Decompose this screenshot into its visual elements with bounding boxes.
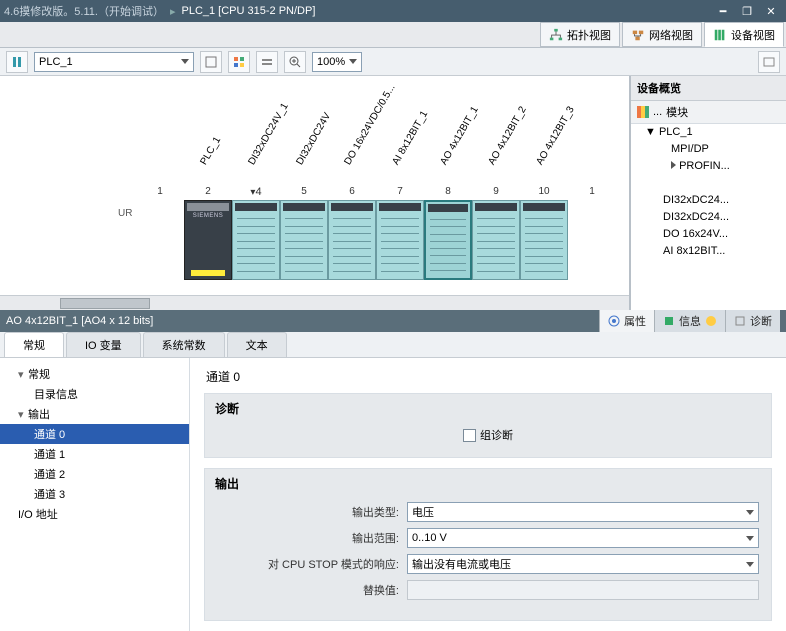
group-diagnostics: 诊断 组诊断: [204, 393, 772, 458]
nav-channel-3[interactable]: 通道 3: [0, 484, 189, 504]
label-cpu-stop: 对 CPU STOP 模式的响应:: [217, 556, 407, 572]
nav-io-address[interactable]: I/O 地址: [0, 504, 189, 524]
warning-icon: [705, 315, 717, 327]
nav-channel-2[interactable]: 通道 2: [0, 464, 189, 484]
overview-header: ... 模块: [631, 101, 786, 124]
project-name: 4.6摸修改版。5.11.（开始调试）: [4, 3, 164, 19]
device-icon: [713, 28, 727, 42]
status-icon: [637, 106, 649, 118]
nav-outputs[interactable]: ▾输出: [0, 404, 189, 424]
group-output: 输出 输出类型: 电压 输出范围: 0..10 V 对 CPU STOP 模式的…: [204, 468, 772, 621]
horizontal-scrollbar[interactable]: [0, 295, 629, 310]
diagnostics-icon: [734, 315, 746, 327]
tree-row[interactable]: MPI/DP: [631, 141, 786, 158]
label-output-range: 输出范围:: [217, 530, 407, 546]
rack-label: UR: [118, 208, 132, 219]
label-group-diag: 组诊断: [480, 427, 513, 443]
tree-row[interactable]: [631, 175, 786, 192]
toolbar: PLC_1 100%: [0, 48, 786, 76]
breadcrumb-sep: ▸: [170, 5, 176, 18]
tab-device[interactable]: 设备视图: [704, 22, 784, 47]
view-tab-bar: 拓扑视图 网络视图 设备视图: [0, 22, 786, 48]
input-substitute: [407, 580, 759, 600]
device-canvas[interactable]: UR PLC_1 DI32xDC24V_1 DI32xDC24V DO 16x2…: [0, 76, 630, 310]
toolbar-btn-3[interactable]: [256, 51, 278, 73]
module-di32-1[interactable]: [232, 200, 280, 280]
properties-icon: [608, 315, 620, 327]
module-do16[interactable]: [328, 200, 376, 280]
toolbar-btn-2[interactable]: [228, 51, 250, 73]
toolbar-btn-1[interactable]: [200, 51, 222, 73]
toolbar-btn-right[interactable]: [758, 51, 780, 73]
zoom-selector[interactable]: 100%: [312, 52, 362, 72]
chevron-down-icon: [746, 510, 754, 515]
module-ao4-3[interactable]: [520, 200, 568, 280]
nav-catalog[interactable]: 目录信息: [0, 384, 189, 404]
info-icon: [663, 315, 675, 327]
tab-topology[interactable]: 拓扑视图: [540, 22, 620, 47]
module-ao4-1[interactable]: [424, 200, 472, 280]
nav-channel-1[interactable]: 通道 1: [0, 444, 189, 464]
subtab-sysconst[interactable]: 系统常数: [143, 332, 225, 357]
zoom-in-button[interactable]: [284, 51, 306, 73]
property-nav-tree: ▾常规 目录信息 ▾输出 通道 0 通道 1 通道 2 通道 3 I/O 地址: [0, 358, 190, 631]
module-di32-2[interactable]: [280, 200, 328, 280]
detail-subtabs: 常规 IO 变量 系统常数 文本: [0, 332, 786, 358]
checkbox-group-diag[interactable]: [463, 429, 476, 442]
nav-channel-0[interactable]: 通道 0: [0, 424, 189, 444]
close-button[interactable]: ✕: [760, 2, 782, 20]
subtab-general[interactable]: 常规: [4, 332, 64, 357]
module-ao4-2[interactable]: [472, 200, 520, 280]
tab-info[interactable]: 信息: [654, 310, 725, 332]
form-heading: 通道 0: [204, 368, 772, 385]
nav-general[interactable]: ▾常规: [0, 364, 189, 384]
restore-button[interactable]: ❐: [736, 2, 758, 20]
tree-row[interactable]: AI 8x12BIT...: [631, 243, 786, 260]
device-overview-panel: 设备概览 ... 模块 ▼ PLC_1 MPI/DP PROFIN... DI3…: [630, 76, 786, 310]
subtab-iovar[interactable]: IO 变量: [66, 332, 141, 357]
subtab-text[interactable]: 文本: [227, 332, 287, 357]
title-bar: 4.6摸修改版。5.11.（开始调试） ▸ PLC_1 [CPU 315-2 P…: [0, 0, 786, 22]
select-cpu-stop[interactable]: 输出没有电流或电压: [407, 554, 759, 574]
tree-row[interactable]: DI32xDC24...: [631, 209, 786, 226]
tab-properties[interactable]: 属性: [599, 310, 654, 332]
chevron-down-icon: [181, 59, 189, 64]
slot-marker: ▾4: [232, 186, 280, 198]
property-form: 通道 0 诊断 组诊断 输出 输出类型: 电压 输出范围: 0..10 V: [190, 358, 786, 631]
overview-title: 设备概览: [631, 76, 786, 101]
device-name: PLC_1 [CPU 315-2 PN/DP]: [181, 5, 315, 17]
module-cpu[interactable]: SIEMENS: [184, 200, 232, 280]
topology-icon: [549, 28, 563, 42]
select-output-type[interactable]: 电压: [407, 502, 759, 522]
tree-row[interactable]: DO 16x24V...: [631, 226, 786, 243]
tab-diagnostics[interactable]: 诊断: [725, 310, 780, 332]
detail-title-bar: AO 4x12BIT_1 [AO4 x 12 bits] 属性 信息 诊断: [0, 310, 786, 332]
module-ai8[interactable]: [376, 200, 424, 280]
device-selector[interactable]: PLC_1: [34, 52, 194, 72]
tree-row[interactable]: PROFIN...: [631, 158, 786, 175]
label-substitute: 替换值:: [217, 582, 407, 598]
chevron-down-icon: [349, 59, 357, 64]
label-output-type: 输出类型:: [217, 504, 407, 520]
selected-module-title: AO 4x12BIT_1 [AO4 x 12 bits]: [6, 315, 153, 327]
select-output-range[interactable]: 0..10 V: [407, 528, 759, 548]
tab-network[interactable]: 网络视图: [622, 22, 702, 47]
network-icon: [631, 28, 645, 42]
chevron-down-icon: [746, 562, 754, 567]
tree-row[interactable]: ▼ PLC_1: [631, 124, 786, 141]
minimize-button[interactable]: ━: [712, 2, 734, 20]
chevron-down-icon: [746, 536, 754, 541]
tree-row[interactable]: DI32xDC24...: [631, 192, 786, 209]
module-button[interactable]: [6, 51, 28, 73]
